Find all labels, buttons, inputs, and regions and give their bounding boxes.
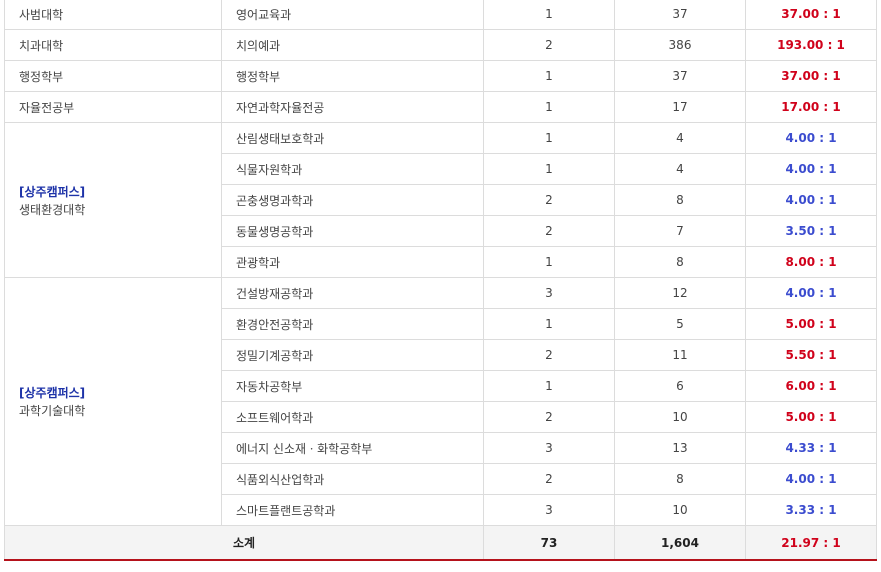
quota-cell: 3 <box>483 432 615 464</box>
applicants-cell: 386 <box>614 29 746 61</box>
applicants-cell: 4 <box>614 122 746 154</box>
ratio-cell: 17.00 : 1 <box>745 91 877 123</box>
applicants-cell: 8 <box>614 463 746 495</box>
applicants-cell: 10 <box>614 401 746 433</box>
ratio-cell: 4.00 : 1 <box>745 122 877 154</box>
department-cell: 자동차공학부 <box>221 370 484 402</box>
applicants-cell: 12 <box>614 277 746 309</box>
department-cell: 소프트웨어학과 <box>221 401 484 433</box>
quota-cell: 2 <box>483 184 615 216</box>
department-cell: 행정학부 <box>221 60 484 92</box>
college-cell: 행정학부 <box>4 60 222 92</box>
applicants-cell: 6 <box>614 370 746 402</box>
quota-cell: 1 <box>483 308 615 340</box>
department-cell: 곤충생명과학과 <box>221 184 484 216</box>
college-cell: 자율전공부 <box>4 91 222 123</box>
quota-cell: 2 <box>483 401 615 433</box>
department-cell: 정밀기계공학과 <box>221 339 484 371</box>
applicants-cell: 7 <box>614 215 746 247</box>
quota-cell: 1 <box>483 246 615 278</box>
quota-cell: 2 <box>483 463 615 495</box>
ratio-cell: 4.33 : 1 <box>745 432 877 464</box>
table-body: 사범대학 영어교육과 1 37 37.00 : 1 치과대학 치의예과 2 386 193.00 … <box>4 0 877 561</box>
applicants-cell: 17 <box>614 91 746 123</box>
quota-cell: 1 <box>483 0 615 30</box>
table-row: 치과대학 치의예과 2 386 193.00 : 1 <box>4 29 877 61</box>
department-cell: 동물생명공학과 <box>221 215 484 247</box>
ratio-cell: 4.00 : 1 <box>745 184 877 216</box>
ratio-cell: 3.33 : 1 <box>745 494 877 526</box>
competition-ratio-table-container: 사범대학 영어교육과 1 37 37.00 : 1 치과대학 치의예과 2 386 193.00 … <box>0 0 881 572</box>
applicants-cell: 11 <box>614 339 746 371</box>
applicants-cell: 8 <box>614 246 746 278</box>
ratio-cell: 6.00 : 1 <box>745 370 877 402</box>
quota-cell: 3 <box>483 494 615 526</box>
ratio-cell: 3.50 : 1 <box>745 215 877 247</box>
subtotal-row: 소계 73 1,604 21.97 : 1 <box>4 525 877 561</box>
quota-cell: 1 <box>483 370 615 402</box>
department-cell: 식물자원학과 <box>221 153 484 185</box>
ratio-cell: 193.00 : 1 <box>745 29 877 61</box>
applicants-cell: 4 <box>614 153 746 185</box>
table-row: 자율전공부 자연과학자율전공 1 17 17.00 : 1 <box>4 91 877 123</box>
department-cell: 치의예과 <box>221 29 484 61</box>
applicants-cell: 10 <box>614 494 746 526</box>
subtotal-quota: 73 <box>483 525 615 561</box>
college-group-cell: [상주캠퍼스] 과학기술대학 <box>4 277 222 526</box>
college-cell: 치과대학 <box>4 29 222 61</box>
table-row: [상주캠퍼스] 생태환경대학 산림생태보호학과 1 4 4.00 : 1 <box>4 122 877 278</box>
campus-label: [상주캠퍼스] <box>19 184 86 199</box>
college-label: 과학기술대학 <box>19 404 86 418</box>
ratio-cell: 5.00 : 1 <box>745 401 877 433</box>
competition-ratio-table: 사범대학 영어교육과 1 37 37.00 : 1 치과대학 치의예과 2 386 193.00 … <box>4 0 877 561</box>
ratio-cell: 4.00 : 1 <box>745 153 877 185</box>
applicants-cell: 5 <box>614 308 746 340</box>
department-cell: 영어교육과 <box>221 0 484 30</box>
department-cell: 산림생태보호학과 <box>221 122 484 154</box>
college-label: 생태환경대학 <box>19 202 86 217</box>
subtotal-ratio: 21.97 : 1 <box>745 525 877 561</box>
ratio-cell: 8.00 : 1 <box>745 246 877 278</box>
department-cell: 자연과학자율전공 <box>221 91 484 123</box>
subtotal-applicants: 1,604 <box>614 525 746 561</box>
ratio-cell: 37.00 : 1 <box>745 60 877 92</box>
applicants-cell: 37 <box>614 0 746 30</box>
applicants-cell: 13 <box>614 432 746 464</box>
department-cell: 에너지 신소재ㆍ화학공학부 <box>221 432 484 464</box>
ratio-cell: 4.00 : 1 <box>745 463 877 495</box>
quota-cell: 2 <box>483 215 615 247</box>
subtotal-label: 소계 <box>4 525 484 561</box>
quota-cell: 1 <box>483 91 615 123</box>
quota-cell: 3 <box>483 277 615 309</box>
ratio-cell: 5.50 : 1 <box>745 339 877 371</box>
table-row: 행정학부 행정학부 1 37 37.00 : 1 <box>4 60 877 92</box>
applicants-cell: 8 <box>614 184 746 216</box>
quota-cell: 2 <box>483 339 615 371</box>
quota-cell: 2 <box>483 29 615 61</box>
ratio-cell: 4.00 : 1 <box>745 277 877 309</box>
college-cell: 사범대학 <box>4 0 222 30</box>
ratio-cell: 5.00 : 1 <box>745 308 877 340</box>
department-cell: 관광학과 <box>221 246 484 278</box>
department-cell: 식품외식산업학과 <box>221 463 484 495</box>
applicants-cell: 37 <box>614 60 746 92</box>
campus-label: [상주캠퍼스] <box>19 386 86 400</box>
table-row: [상주캠퍼스] 과학기술대학 건설방재공학과 3 12 4.00 : 1 <box>4 277 877 526</box>
quota-cell: 1 <box>483 153 615 185</box>
quota-cell: 1 <box>483 60 615 92</box>
table-row: 사범대학 영어교육과 1 37 37.00 : 1 <box>4 0 877 30</box>
department-cell: 환경안전공학과 <box>221 308 484 340</box>
ratio-cell: 37.00 : 1 <box>745 0 877 30</box>
college-group-cell: [상주캠퍼스] 생태환경대학 <box>4 122 222 278</box>
quota-cell: 1 <box>483 122 615 154</box>
department-cell: 건설방재공학과 <box>221 277 484 309</box>
department-cell: 스마트플랜트공학과 <box>221 494 484 526</box>
